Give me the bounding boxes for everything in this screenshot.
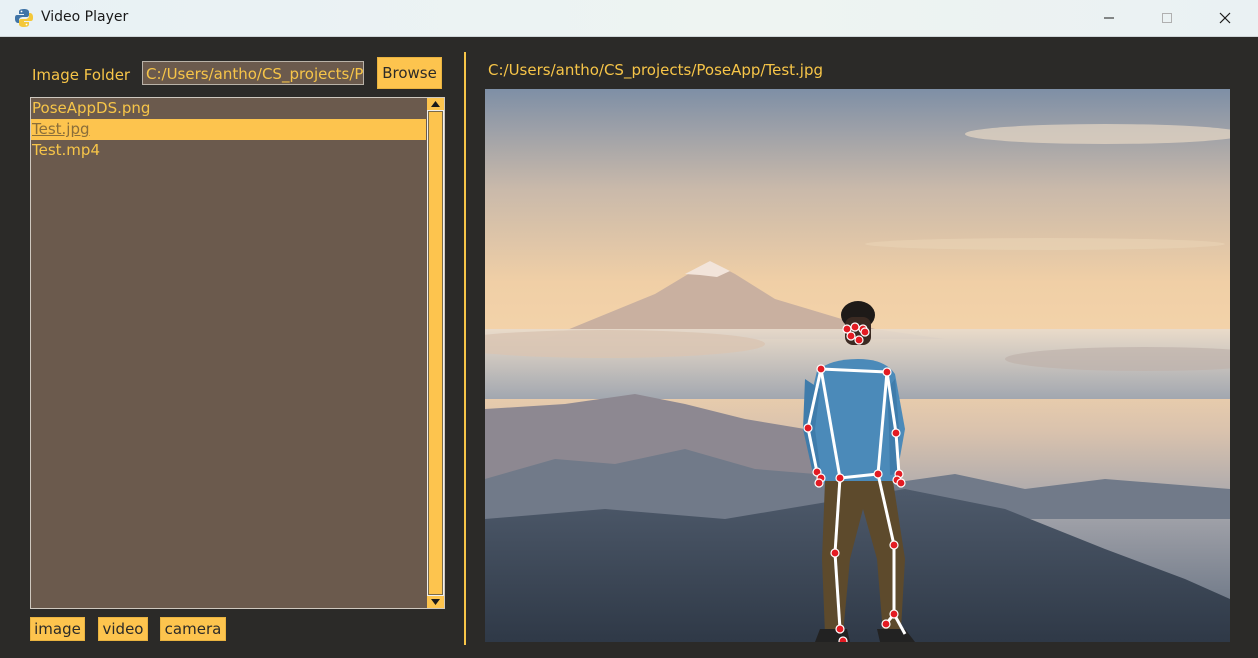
- file-list-item-selected[interactable]: Test.jpg: [31, 119, 426, 140]
- maximize-icon: [1162, 13, 1172, 23]
- file-name: Test.jpg: [32, 120, 90, 138]
- pose-image-display: [485, 89, 1230, 642]
- scroll-thumb[interactable]: [428, 111, 443, 595]
- window-title: Video Player: [41, 9, 129, 25]
- close-button[interactable]: [1196, 0, 1254, 36]
- image-mode-button[interactable]: image: [30, 617, 85, 641]
- camera-mode-button[interactable]: camera: [160, 617, 226, 641]
- maximize-button[interactable]: [1138, 0, 1196, 36]
- file-listbox[interactable]: PoseAppDS.png Test.jpg Test.mp4: [30, 97, 445, 609]
- minimize-button[interactable]: [1080, 0, 1138, 36]
- video-mode-button[interactable]: video: [98, 617, 148, 641]
- image-folder-input[interactable]: C:/Users/antho/CS_projects/P: [142, 61, 364, 85]
- arrow-up-icon: [431, 101, 440, 107]
- file-list-item[interactable]: PoseAppDS.png: [31, 98, 426, 119]
- title-bar: Video Player: [0, 0, 1258, 37]
- file-name: Test.mp4: [32, 141, 100, 159]
- close-icon: [1219, 12, 1231, 24]
- pose-image: [485, 89, 1230, 642]
- scroll-up-button[interactable]: [427, 98, 444, 110]
- minimize-icon: [1104, 17, 1114, 19]
- arrow-down-icon: [431, 599, 440, 605]
- image-folder-label: Image Folder: [32, 66, 131, 84]
- scroll-down-button[interactable]: [427, 596, 444, 608]
- image-path-label: C:/Users/antho/CS_projects/PoseApp/Test.…: [488, 61, 823, 79]
- python-logo-icon: [14, 8, 34, 28]
- file-list-item[interactable]: Test.mp4: [31, 140, 426, 161]
- listbox-scrollbar[interactable]: [427, 98, 444, 608]
- browse-button[interactable]: Browse: [377, 57, 442, 89]
- panel-separator: [464, 52, 466, 645]
- file-name: PoseAppDS.png: [32, 99, 151, 117]
